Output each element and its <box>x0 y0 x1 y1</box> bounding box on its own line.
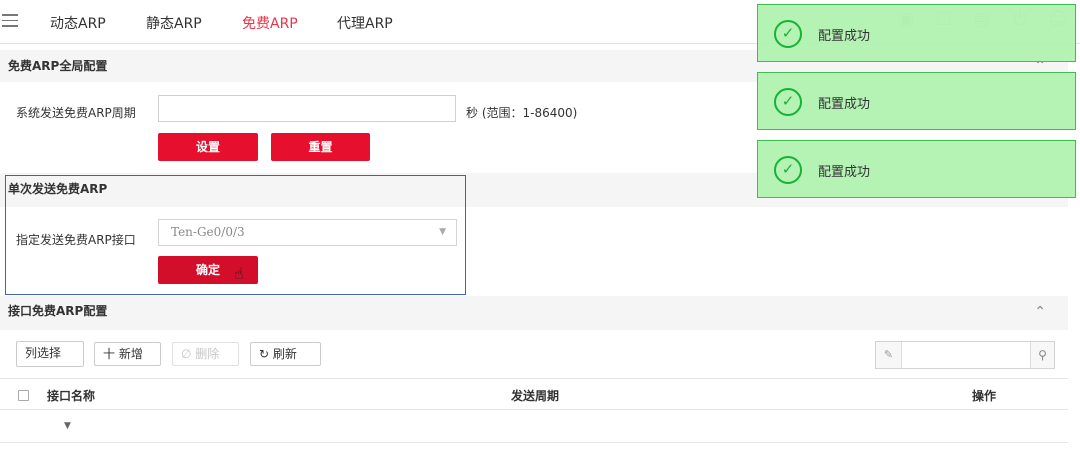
highlight-frame <box>5 175 466 295</box>
set-button[interactable]: 设置 <box>158 133 258 161</box>
search-input[interactable] <box>903 342 1031 368</box>
select-all-checkbox[interactable] <box>18 390 29 401</box>
edit-icon[interactable]: ✎ <box>876 342 902 368</box>
tab-dynamic-arp[interactable]: 动态ARP <box>50 13 106 33</box>
search-icon[interactable]: ⚲ <box>1030 342 1054 368</box>
check-circle-icon: ✓ <box>774 156 802 184</box>
table-row: ▼ <box>0 410 1068 443</box>
menu-icon[interactable] <box>2 10 18 32</box>
column-select-button[interactable]: 列选择 <box>16 341 84 367</box>
success-toast: ✓ 配置成功 <box>757 72 1076 130</box>
section-title: 接口免费ARP配置 <box>8 304 108 318</box>
check-circle-icon: ✓ <box>774 88 802 116</box>
column-actions: 操作 <box>972 389 997 403</box>
toast-message: 配置成功 <box>818 29 871 44</box>
refresh-label: 刷新 <box>272 347 297 361</box>
add-button[interactable]: 十 新增 <box>94 342 161 366</box>
refresh-button[interactable]: ↻ 刷新 <box>250 342 321 366</box>
trash-icon: ∅ <box>181 347 192 361</box>
interface-config-header[interactable]: 接口免费ARP配置 ⌃ <box>0 296 1068 330</box>
tab-static-arp[interactable]: 静态ARP <box>146 13 202 33</box>
toast-message: 配置成功 <box>818 165 871 180</box>
page: 动态ARP 静态ARP 免费ARP 代理ARP ▣ ☐ ▤ ⏻ ☺ 免费ARP全… <box>0 0 1080 472</box>
tab-gratuitous-arp[interactable]: 免费ARP <box>242 13 298 33</box>
period-label: 系统发送免费ARP周期 <box>16 106 136 120</box>
period-range-hint: 秒 (范围：1-86400) <box>466 106 578 120</box>
column-send-period[interactable]: 发送周期 <box>511 387 559 404</box>
search-box: ✎ ⚲ <box>875 341 1055 369</box>
refresh-icon: ↻ <box>259 347 270 361</box>
tab-proxy-arp[interactable]: 代理ARP <box>337 13 393 33</box>
collapse-icon[interactable]: ⌃ <box>1034 297 1046 327</box>
reset-button[interactable]: 重置 <box>271 133 370 161</box>
expand-triangle-icon[interactable]: ▼ <box>64 421 71 431</box>
success-toast: ✓ 配置成功 <box>757 4 1076 62</box>
success-toast: ✓ 配置成功 <box>757 140 1076 198</box>
table-header: 接口名称 发送周期 操作 <box>0 378 1068 410</box>
period-input[interactable] <box>158 95 456 122</box>
section-title: 免费ARP全局配置 <box>8 59 108 73</box>
toast-message: 配置成功 <box>818 97 871 112</box>
delete-label: 删除 <box>195 347 220 361</box>
delete-button[interactable]: ∅ 删除 <box>172 342 239 366</box>
column-interface-name[interactable]: 接口名称 <box>47 387 95 404</box>
check-circle-icon: ✓ <box>774 20 802 48</box>
